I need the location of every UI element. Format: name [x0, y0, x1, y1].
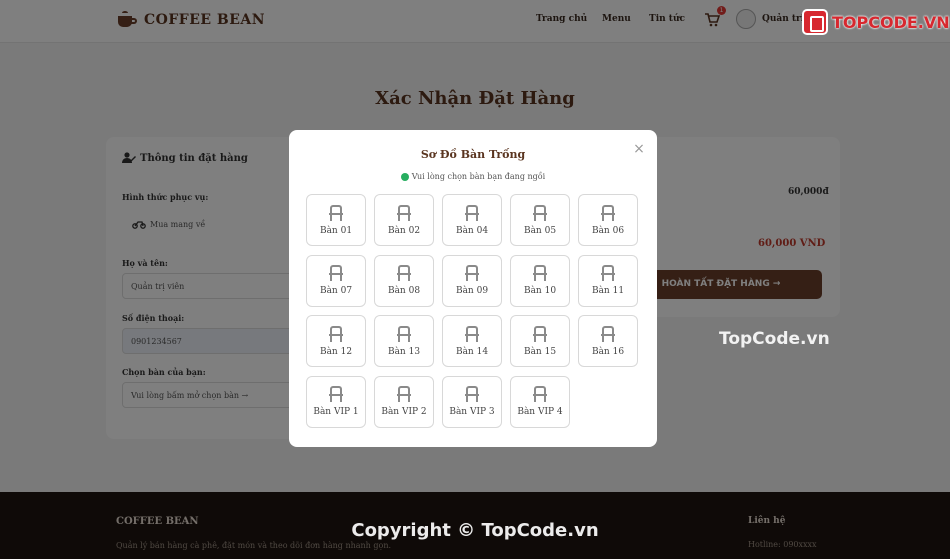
- table-label: Bàn 06: [591, 225, 625, 236]
- modal-title: Sơ Đồ Bàn Trống: [420, 148, 526, 161]
- table-option[interactable]: Bàn VIP 3: [442, 375, 502, 428]
- table-label: Bàn 09: [455, 286, 489, 296]
- chair-icon: [533, 204, 547, 221]
- chair-icon: [329, 265, 343, 281]
- table-option[interactable]: Bàn 06: [578, 194, 638, 246]
- table-label: Bàn VIP 2: [381, 407, 427, 417]
- table-option[interactable]: Bàn 13: [374, 315, 434, 367]
- chair-icon: [533, 386, 547, 402]
- table-label: Bàn 02: [387, 225, 421, 236]
- chair-icon: [397, 204, 411, 221]
- table-label: Bàn 07: [319, 286, 353, 296]
- table-label: Bàn VIP 1: [313, 407, 359, 417]
- topcode-logo-text: TOPCODE.VN: [832, 12, 950, 32]
- table-option[interactable]: Bàn 05: [510, 194, 570, 246]
- chair-icon: [397, 265, 411, 281]
- watermark-mid: TopCode.vn: [719, 329, 830, 349]
- close-icon[interactable]: ×: [632, 142, 646, 156]
- table-option[interactable]: Bàn VIP 4: [510, 375, 570, 428]
- table-option[interactable]: Bàn 12: [306, 315, 366, 367]
- table-label: Bàn 16: [591, 346, 625, 357]
- table-label: Bàn 05: [523, 225, 557, 236]
- modal-hint: Vui lòng chọn bàn bạn đang ngồi: [289, 172, 657, 181]
- table-option[interactable]: Bàn 01: [306, 194, 366, 246]
- table-option[interactable]: Bàn 10: [510, 254, 570, 307]
- table-option[interactable]: Bàn 11: [578, 254, 638, 307]
- table-label: Bàn 12: [319, 346, 353, 357]
- table-grid: Bàn 01 Bàn 02 Bàn 04 Bàn 05 Bàn 06 Bàn 07 Bàn …: [306, 194, 642, 428]
- table-label: Bàn 01: [319, 225, 353, 236]
- topcode-badge-icon: [802, 9, 828, 35]
- table-option[interactable]: Bàn 09: [442, 254, 502, 307]
- table-option[interactable]: Bàn 07: [306, 254, 366, 307]
- table-label: Bàn VIP 4: [517, 407, 563, 417]
- table-map-modal: Sơ Đồ Bàn Trống × Vui lòng chọn bàn bạn …: [289, 130, 657, 447]
- table-label: Bàn 11: [591, 286, 625, 296]
- table-option[interactable]: Bàn VIP 1: [306, 375, 366, 428]
- chair-icon: [601, 265, 615, 281]
- chair-icon: [465, 204, 479, 221]
- table-label: Bàn 10: [523, 286, 557, 296]
- table-label: Bàn 13: [387, 346, 421, 357]
- table-label: Bàn 14: [455, 346, 489, 357]
- table-option[interactable]: Bàn 15: [510, 315, 570, 367]
- chair-icon: [329, 325, 343, 342]
- chair-icon: [465, 265, 479, 281]
- chair-icon: [329, 204, 343, 221]
- topcode-logo: TOPCODE.VN: [802, 9, 950, 35]
- table-option[interactable]: Bàn 08: [374, 254, 434, 307]
- table-option[interactable]: Bàn 16: [578, 315, 638, 367]
- chair-icon: [533, 325, 547, 342]
- table-option[interactable]: Bàn 02: [374, 194, 434, 246]
- modal-hint-text: Vui lòng chọn bàn bạn đang ngồi: [411, 172, 546, 181]
- chair-icon: [397, 386, 411, 402]
- chair-icon: [329, 386, 343, 402]
- table-label: Bàn VIP 3: [449, 407, 495, 417]
- chair-icon: [533, 265, 547, 281]
- chair-icon: [397, 325, 411, 342]
- table-label: Bàn 04: [455, 225, 489, 236]
- table-label: Bàn 15: [523, 346, 557, 357]
- table-option[interactable]: Bàn 04: [442, 194, 502, 246]
- chair-icon: [601, 204, 615, 221]
- table-option[interactable]: Bàn VIP 2: [374, 375, 434, 428]
- available-dot-icon: [400, 172, 409, 181]
- chair-icon: [465, 325, 479, 342]
- table-option[interactable]: Bàn 14: [442, 315, 502, 367]
- watermark-copyright: Copyright © TopCode.vn: [351, 520, 599, 541]
- chair-icon: [465, 386, 479, 402]
- table-label: Bàn 08: [387, 286, 421, 296]
- chair-icon: [601, 325, 615, 342]
